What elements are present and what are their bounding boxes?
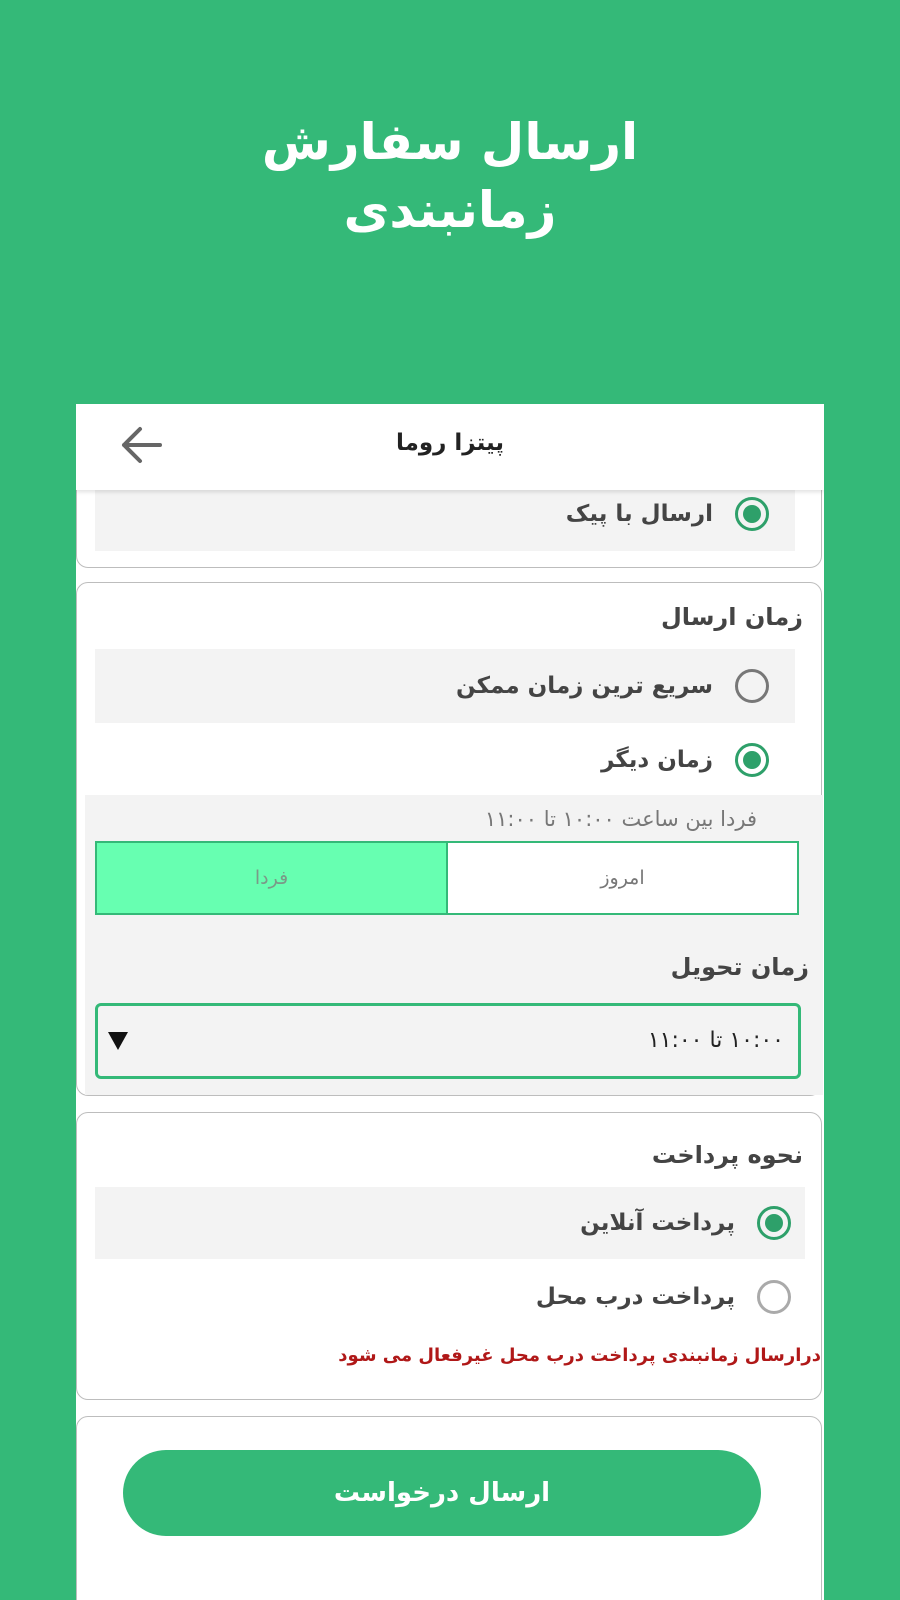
radio-cod-payment-label: پرداخت درب محل bbox=[535, 1284, 735, 1310]
page-title: پیتزا روما bbox=[395, 430, 505, 456]
radio-option-online-payment[interactable]: پرداخت آنلاین bbox=[95, 1187, 805, 1259]
radio-option-other-time[interactable]: زمان دیگر bbox=[95, 723, 795, 797]
submit-request-button[interactable]: ارسال درخواست bbox=[123, 1450, 761, 1536]
dropdown-arrow-icon bbox=[108, 1032, 128, 1050]
time-picker-panel: فردا بین ساعت ۱۰:۰۰ تا ۱۱:۰۰ فردا امروز … bbox=[85, 795, 823, 1095]
radio-other-time-label: زمان دیگر bbox=[601, 747, 713, 773]
cod-disabled-warning: درارسال زمانبندی پرداخت درب محل غیرفعال … bbox=[338, 1345, 821, 1366]
delivery-time-title: زمان تحویل bbox=[670, 953, 809, 981]
send-time-card: زمان ارسال سریع ترین زمان ممکن زمان دیگر… bbox=[76, 582, 823, 1096]
payment-card: نحوه پرداخت پرداخت آنلاین پرداخت درب محل… bbox=[76, 1112, 822, 1400]
day-segmented-control: فردا امروز bbox=[95, 841, 799, 915]
hero-title-line-2: زمانبندی bbox=[343, 181, 557, 239]
phone-screen: پیتزا روما ارسال با پیک زمان ارسال سریع … bbox=[76, 404, 824, 1600]
hero-title-line-1: ارسال سفارش bbox=[261, 113, 639, 171]
radio-cod-payment[interactable] bbox=[757, 1280, 791, 1314]
radio-fastest[interactable] bbox=[735, 669, 769, 703]
tab-today[interactable]: امروز bbox=[448, 843, 797, 913]
delivery-time-value: ۱۰:۰۰ تا ۱۱:۰۰ bbox=[647, 1028, 784, 1053]
send-time-title: زمان ارسال bbox=[660, 603, 803, 631]
hero-title: ارسال سفارش زمانبندی bbox=[0, 108, 900, 244]
radio-other-time[interactable] bbox=[735, 743, 769, 777]
radio-option-cod-payment[interactable]: پرداخت درب محل bbox=[95, 1261, 805, 1333]
radio-fastest-label: سریع ترین زمان ممکن bbox=[455, 673, 713, 699]
tab-tomorrow[interactable]: فردا bbox=[97, 843, 446, 913]
radio-option-fastest[interactable]: سریع ترین زمان ممکن bbox=[95, 649, 795, 723]
radio-courier-label: ارسال با پیک bbox=[565, 501, 713, 527]
radio-courier[interactable] bbox=[735, 497, 769, 531]
payment-title: نحوه پرداخت bbox=[651, 1141, 803, 1169]
radio-online-payment-label: پرداخت آنلاین bbox=[580, 1210, 735, 1236]
app-bar: پیتزا روما bbox=[76, 404, 824, 490]
radio-online-payment[interactable] bbox=[757, 1206, 791, 1240]
selected-time-hint: فردا بین ساعت ۱۰:۰۰ تا ۱۱:۰۰ bbox=[484, 807, 757, 831]
delivery-time-select[interactable]: ۱۰:۰۰ تا ۱۱:۰۰ bbox=[95, 1003, 801, 1079]
